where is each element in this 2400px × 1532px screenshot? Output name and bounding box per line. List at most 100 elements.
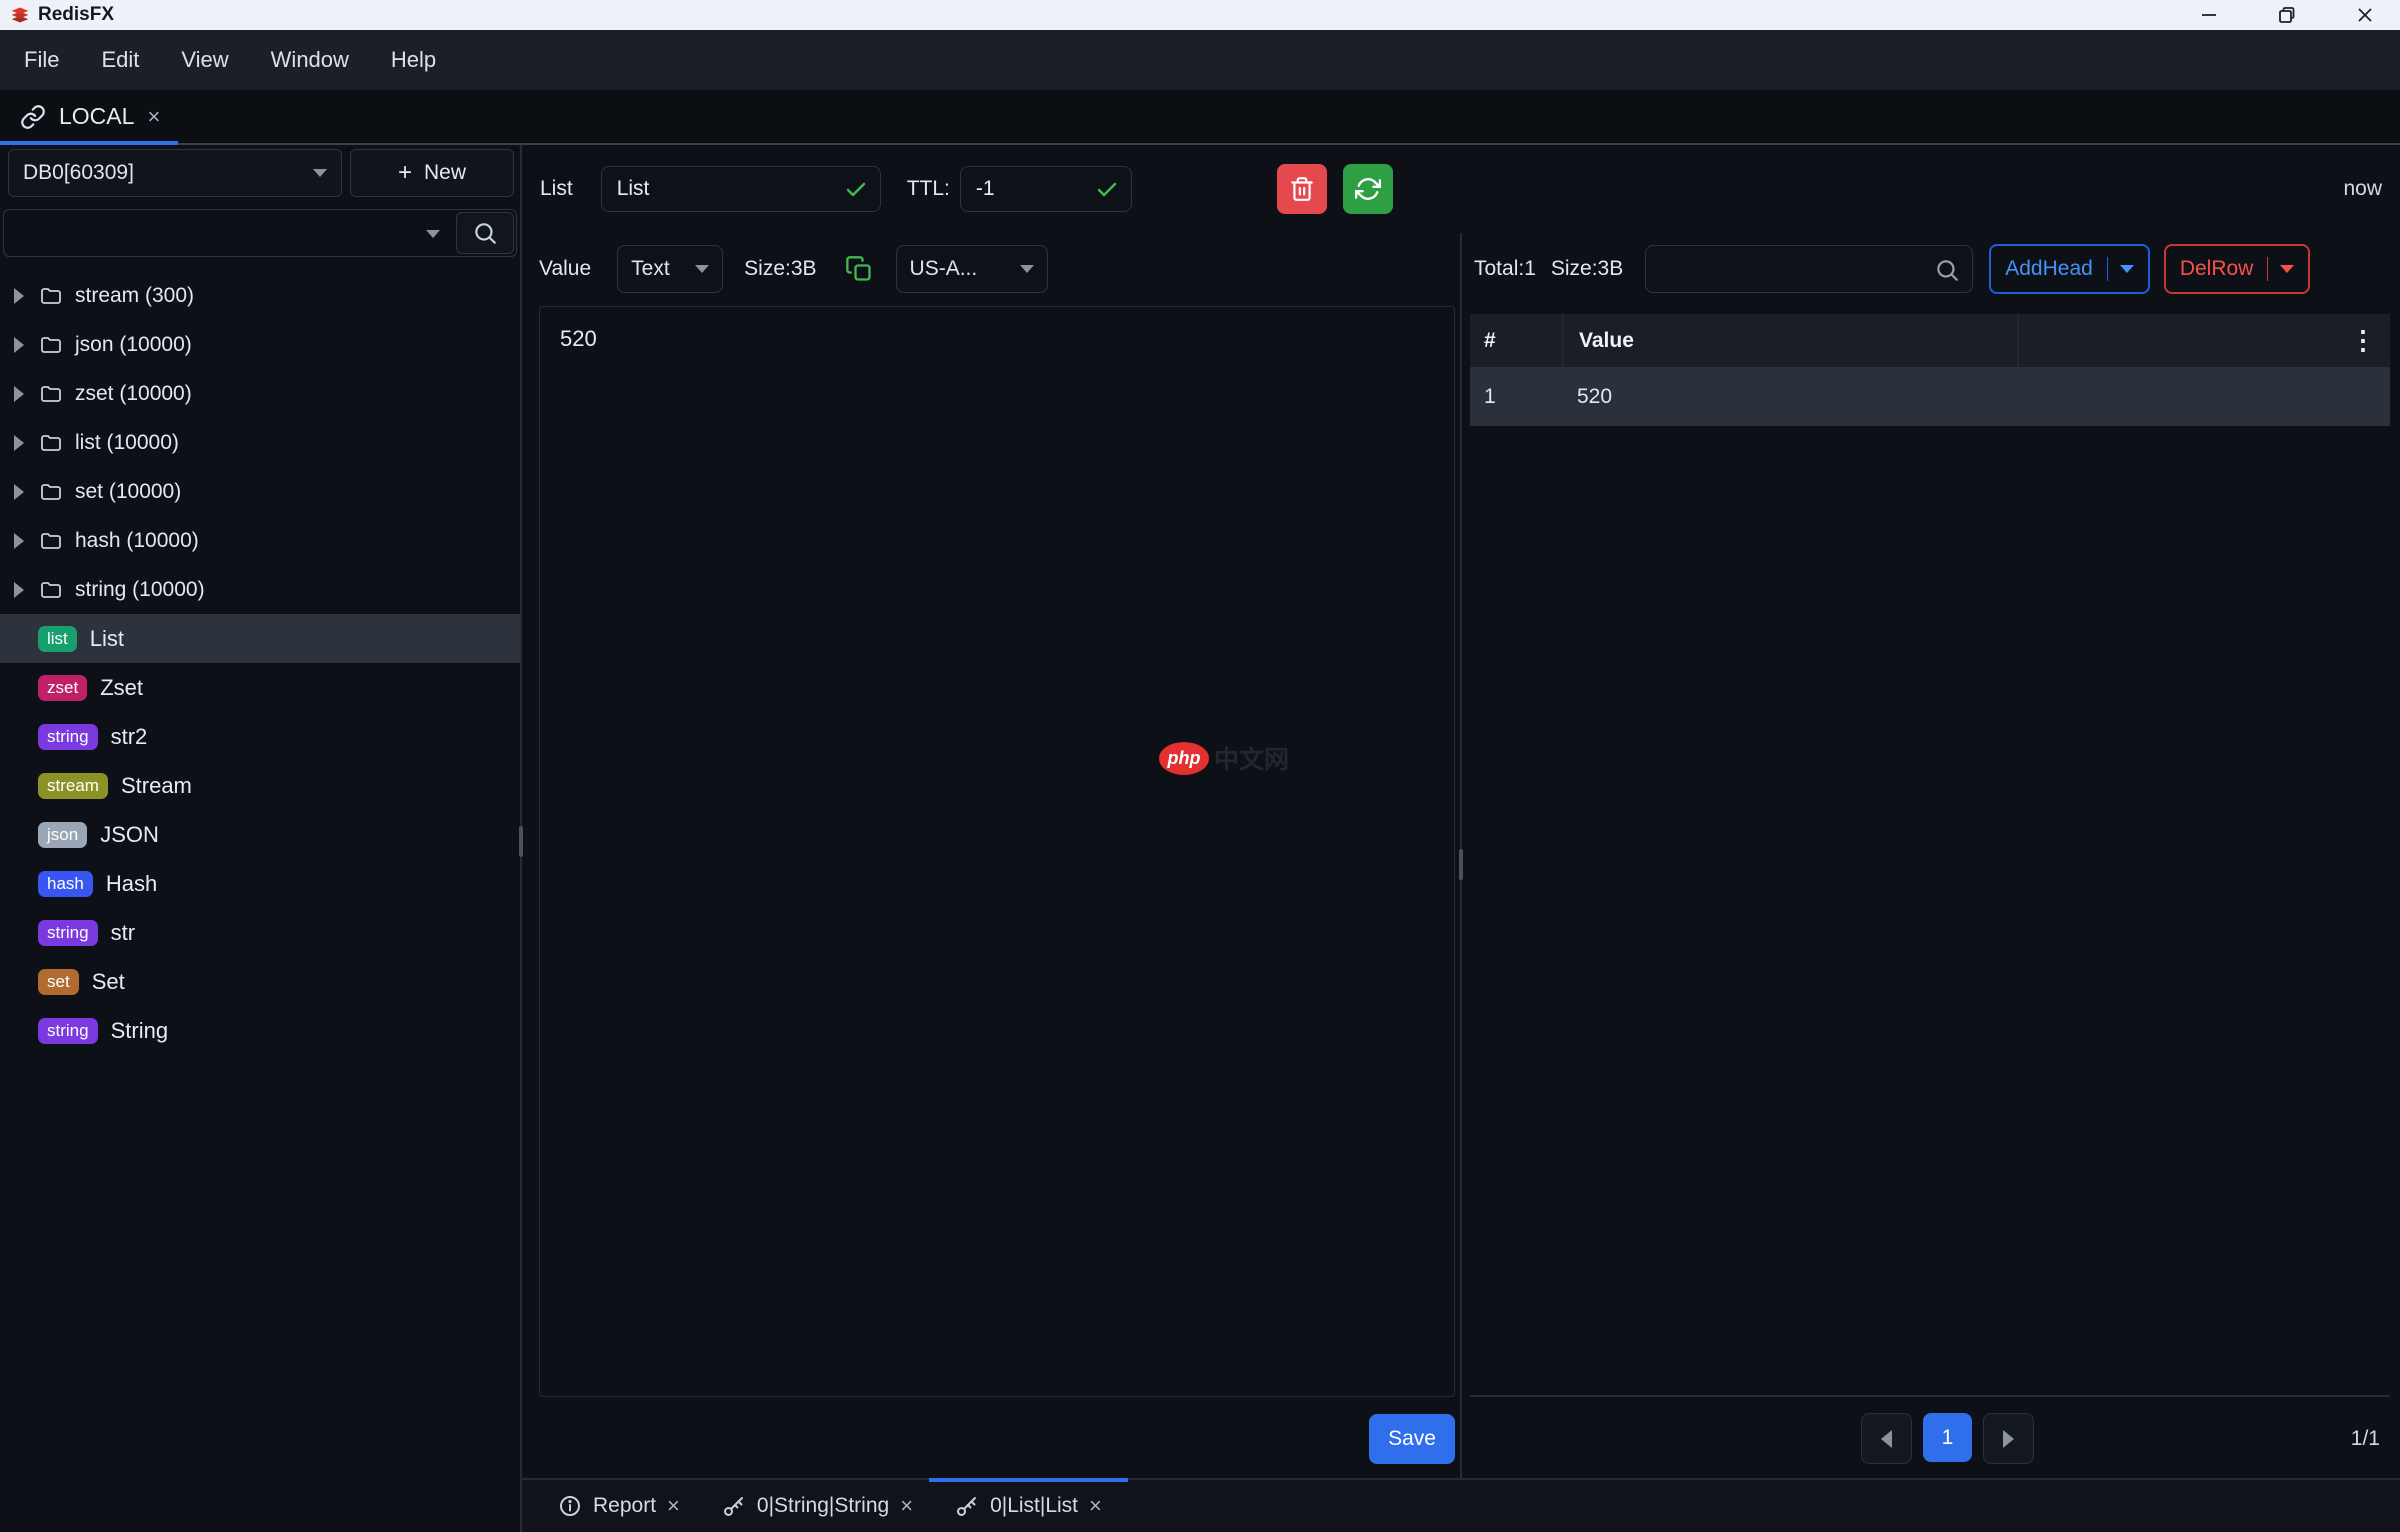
folder-icon <box>38 480 64 504</box>
menu-view[interactable]: View <box>181 47 228 73</box>
menu-help[interactable]: Help <box>391 47 436 73</box>
check-icon <box>1095 178 1119 202</box>
add-head-button[interactable]: AddHead <box>1989 244 2150 294</box>
tree-folder-set[interactable]: set (10000) <box>0 467 520 516</box>
folder-icon <box>38 578 64 602</box>
type-badge: hash <box>38 871 93 897</box>
key-tree: stream (300) json (10000) zset (10000) l… <box>0 271 520 1055</box>
key-row-list[interactable]: list List <box>0 614 520 663</box>
copy-icon[interactable] <box>845 255 873 283</box>
caret-right-icon[interactable] <box>14 337 24 353</box>
chevron-down-icon[interactable] <box>2280 265 2294 273</box>
close-icon[interactable]: × <box>667 1495 680 1517</box>
tree-folder-hash[interactable]: hash (10000) <box>0 516 520 565</box>
check-icon <box>844 178 868 202</box>
tree-folder-list[interactable]: list (10000) <box>0 418 520 467</box>
column-header-index[interactable]: # <box>1470 329 1562 353</box>
refreshed-status: now <box>2343 177 2390 201</box>
column-header-value[interactable]: Value <box>1562 314 2017 367</box>
main-panel: List TTL: now Value Text <box>522 145 2400 1532</box>
connection-tab-label: LOCAL <box>59 103 134 130</box>
trash-icon <box>1289 176 1315 202</box>
key-icon <box>722 1494 746 1518</box>
folder-icon <box>38 529 64 553</box>
search-icon[interactable] <box>1934 257 1960 283</box>
encoding-select[interactable]: US-A... <box>896 245 1048 293</box>
caret-right-icon <box>2003 1430 2014 1448</box>
delete-key-button[interactable] <box>1277 164 1327 214</box>
key-row-stream[interactable]: stream Stream <box>0 761 520 810</box>
table-row[interactable]: 1 520 <box>1470 367 2390 426</box>
search-button[interactable] <box>456 212 514 254</box>
table-menu-icon[interactable]: ⋮ <box>2350 325 2376 356</box>
panel-splitter[interactable] <box>1460 233 1462 1480</box>
caret-right-icon[interactable] <box>14 484 24 500</box>
caret-right-icon[interactable] <box>14 582 24 598</box>
minimize-button[interactable] <box>2196 2 2222 28</box>
rows-table: # Value ⋮ 1 520 <box>1470 314 2390 426</box>
type-badge: stream <box>38 773 108 799</box>
tree-folder-stream[interactable]: stream (300) <box>0 271 520 320</box>
tab-report[interactable]: Report × <box>544 1480 694 1532</box>
tree-folder-zset[interactable]: zset (10000) <box>0 369 520 418</box>
chevron-down-icon[interactable] <box>2120 265 2134 273</box>
tree-folder-json[interactable]: json (10000) <box>0 320 520 369</box>
prev-page-button[interactable] <box>1861 1413 1912 1464</box>
splitter-grip[interactable] <box>1459 849 1463 880</box>
close-icon[interactable]: × <box>1089 1495 1102 1517</box>
type-badge: string <box>38 920 98 946</box>
current-page-button[interactable]: 1 <box>1923 1413 1972 1462</box>
key-row-set[interactable]: set Set <box>0 957 520 1006</box>
menu-edit[interactable]: Edit <box>101 47 139 73</box>
close-icon[interactable]: × <box>147 106 160 128</box>
type-badge: list <box>38 626 77 652</box>
db-select[interactable]: DB0[60309] <box>8 149 342 197</box>
rows-search-input[interactable] <box>1646 246 1972 292</box>
key-row-zset[interactable]: zset Zset <box>0 663 520 712</box>
title-bar: RedisFX <box>0 0 2400 30</box>
key-row-str2[interactable]: string str2 <box>0 712 520 761</box>
del-row-button[interactable]: DelRow <box>2164 244 2311 294</box>
bottom-tab-bar: Report × 0|String|String × 0|List|List × <box>522 1478 2400 1532</box>
chevron-down-icon <box>1020 265 1034 273</box>
key-row-str[interactable]: string str <box>0 908 520 957</box>
sidebar: DB0[60309] + New stream (300) json (1000… <box>0 145 522 1532</box>
chevron-down-icon <box>695 265 709 273</box>
rows-size: Size:3B <box>1551 257 1623 281</box>
php-logo-icon: php <box>1159 742 1209 775</box>
caret-right-icon[interactable] <box>14 533 24 549</box>
connection-tab-local[interactable]: LOCAL × <box>0 90 178 143</box>
menu-bar: File Edit View Window Help <box>0 30 2400 90</box>
refresh-icon <box>1355 176 1381 202</box>
refresh-key-button[interactable] <box>1343 164 1393 214</box>
caret-right-icon[interactable] <box>14 386 24 402</box>
caret-right-icon[interactable] <box>14 288 24 304</box>
redis-logo-icon <box>10 5 30 25</box>
key-row-hash[interactable]: hash Hash <box>0 859 520 908</box>
caret-right-icon[interactable] <box>14 435 24 451</box>
format-select[interactable]: Text <box>617 245 723 293</box>
tree-folder-string[interactable]: string (10000) <box>0 565 520 614</box>
chevron-down-icon[interactable] <box>426 230 440 238</box>
tab-string-string[interactable]: 0|String|String × <box>708 1480 927 1532</box>
menu-file[interactable]: File <box>24 47 59 73</box>
tab-list-list[interactable]: 0|List|List × <box>941 1480 1116 1532</box>
button-separator <box>2267 257 2268 281</box>
close-button[interactable] <box>2352 2 2378 28</box>
folder-icon <box>38 382 64 406</box>
save-button[interactable]: Save <box>1369 1414 1455 1464</box>
table-header: # Value ⋮ <box>1470 314 2390 367</box>
rows-search-box <box>1645 245 1973 293</box>
ttl-label: TTL: <box>907 177 950 201</box>
key-name-input[interactable] <box>601 166 881 212</box>
menu-window[interactable]: Window <box>271 47 349 73</box>
close-icon[interactable]: × <box>900 1495 913 1517</box>
key-row-string[interactable]: string String <box>0 1006 520 1055</box>
page-indicator: 1/1 <box>2351 1427 2390 1451</box>
key-row-json[interactable]: json JSON <box>0 810 520 859</box>
restore-button[interactable] <box>2274 2 2300 28</box>
new-key-button[interactable]: + New <box>350 149 514 197</box>
value-editor[interactable]: 520 php 中文网 <box>539 306 1455 1397</box>
next-page-button[interactable] <box>1983 1413 2034 1464</box>
value-label: Value <box>539 257 591 281</box>
